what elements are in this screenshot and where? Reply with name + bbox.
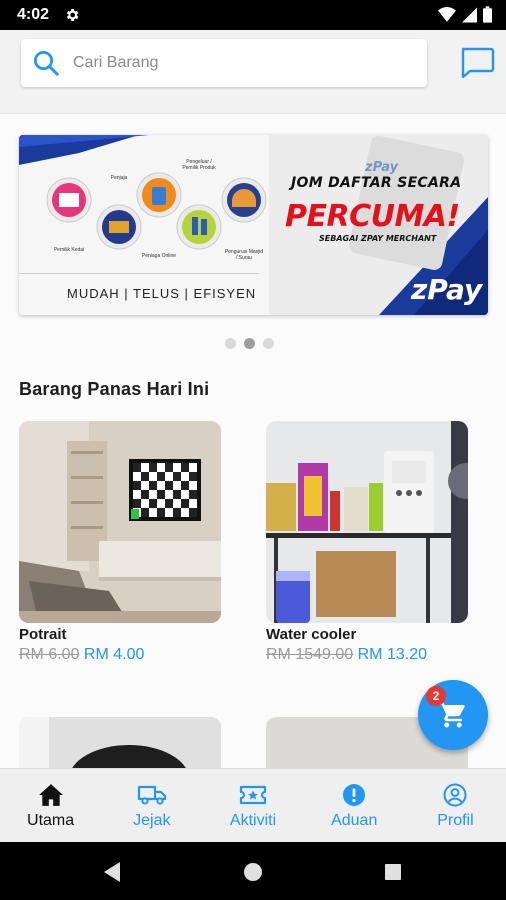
app-header: Cari Barang (0, 30, 506, 114)
nav-item-jejak[interactable]: Jejak (101, 769, 202, 842)
section-title: Barang Panas Hari Ini (19, 379, 210, 399)
alert-icon (343, 784, 366, 806)
carousel-dot[interactable] (225, 338, 236, 349)
product-old-price: RM 1549.00 (266, 646, 354, 663)
wifi-icon (438, 6, 456, 22)
product-photo-tv-room (19, 421, 221, 623)
back-icon[interactable] (102, 861, 122, 883)
cart-icon (439, 702, 465, 728)
nav-label: Jejak (133, 812, 171, 829)
cart-badge: 2 (426, 686, 446, 706)
nav-item-utama[interactable]: Utama (0, 769, 101, 842)
nav-item-aktiviti[interactable]: Aktiviti (202, 769, 303, 842)
recents-icon[interactable] (384, 863, 402, 881)
nav-label: Aduan (331, 812, 378, 829)
product-image[interactable] (266, 421, 468, 623)
banner-icon-label: Penjaja (110, 175, 128, 181)
product-name: Water cooler (266, 626, 357, 643)
banner-brand-watermark: zPay (365, 160, 399, 175)
home-circle-icon[interactable] (243, 862, 263, 882)
banner-headline: JOM DAFTAR SECARA (291, 175, 462, 191)
banner-icon-label: Pengeluar / Pemilik Produk (182, 159, 216, 171)
nav-label: Utama (27, 812, 75, 829)
search-icon (34, 51, 59, 76)
product-name: Potrait (19, 626, 67, 643)
nav-item-aduan[interactable]: Aduan (304, 769, 405, 842)
nav-label: Aktiviti (229, 812, 277, 829)
product-card[interactable] (19, 717, 221, 768)
search-placeholder: Cari Barang (73, 54, 159, 71)
promo-banner[interactable]: zPay JOM DAFTAR SECARA PERCUMA! SEBAGAI … (19, 135, 488, 315)
banner-icon-label: Pemilik Kedai (53, 247, 85, 253)
search-input[interactable]: Cari Barang (21, 39, 427, 87)
product-image[interactable] (19, 717, 221, 768)
ticket-icon (239, 785, 267, 805)
product-photo-partial (19, 717, 221, 768)
status-bar: 4:02 (0, 0, 506, 30)
nav-label: Profil (437, 812, 474, 829)
banner-highlight: PERCUMA! (285, 199, 460, 234)
carousel-dot-active[interactable] (244, 338, 255, 349)
settings-gear-icon (66, 9, 79, 21)
product-image[interactable] (19, 421, 221, 623)
system-nav-bar (0, 842, 506, 900)
home-content[interactable]: zPay JOM DAFTAR SECARA PERCUMA! SEBAGAI … (0, 114, 506, 768)
product-old-price: RM 6.00 (19, 646, 80, 663)
banner-tagline: MUDAH | TELUS | EFISYEN (67, 286, 257, 301)
signal-icon (462, 7, 477, 22)
nav-item-profil[interactable]: Profil (405, 769, 506, 842)
bottom-nav: Utama Jejak Aktiviti Aduan Profil (0, 768, 506, 842)
home-icon (38, 784, 63, 806)
product-card[interactable]: Potrait RM 6.00 RM 4.00 (19, 421, 221, 664)
product-price: RM 1549.00 RM 13.20 (266, 646, 468, 664)
banner-icon-label: Peniaga Online (141, 253, 177, 259)
product-photo-water-cooler (266, 421, 468, 623)
status-time: 4:02 (17, 6, 50, 23)
truck-icon (137, 785, 166, 805)
banner-subline: SEBAGAI ZPAY MERCHANT (319, 234, 437, 243)
banner-icon-label: Pengurusi Masjid / Surau (224, 249, 264, 261)
product-card[interactable]: Water cooler RM 1549.00 RM 13.20 (266, 421, 468, 664)
product-new-price: RM 13.20 (357, 646, 427, 663)
banner-brand-logo: zPay (411, 273, 483, 306)
battery-icon (483, 6, 492, 23)
product-new-price: RM 4.00 (83, 646, 145, 663)
profile-icon (443, 783, 467, 807)
chat-icon[interactable] (459, 46, 495, 80)
carousel-indicator (225, 338, 274, 349)
product-price: RM 6.00 RM 4.00 (19, 646, 221, 664)
carousel-dot[interactable] (263, 338, 274, 349)
